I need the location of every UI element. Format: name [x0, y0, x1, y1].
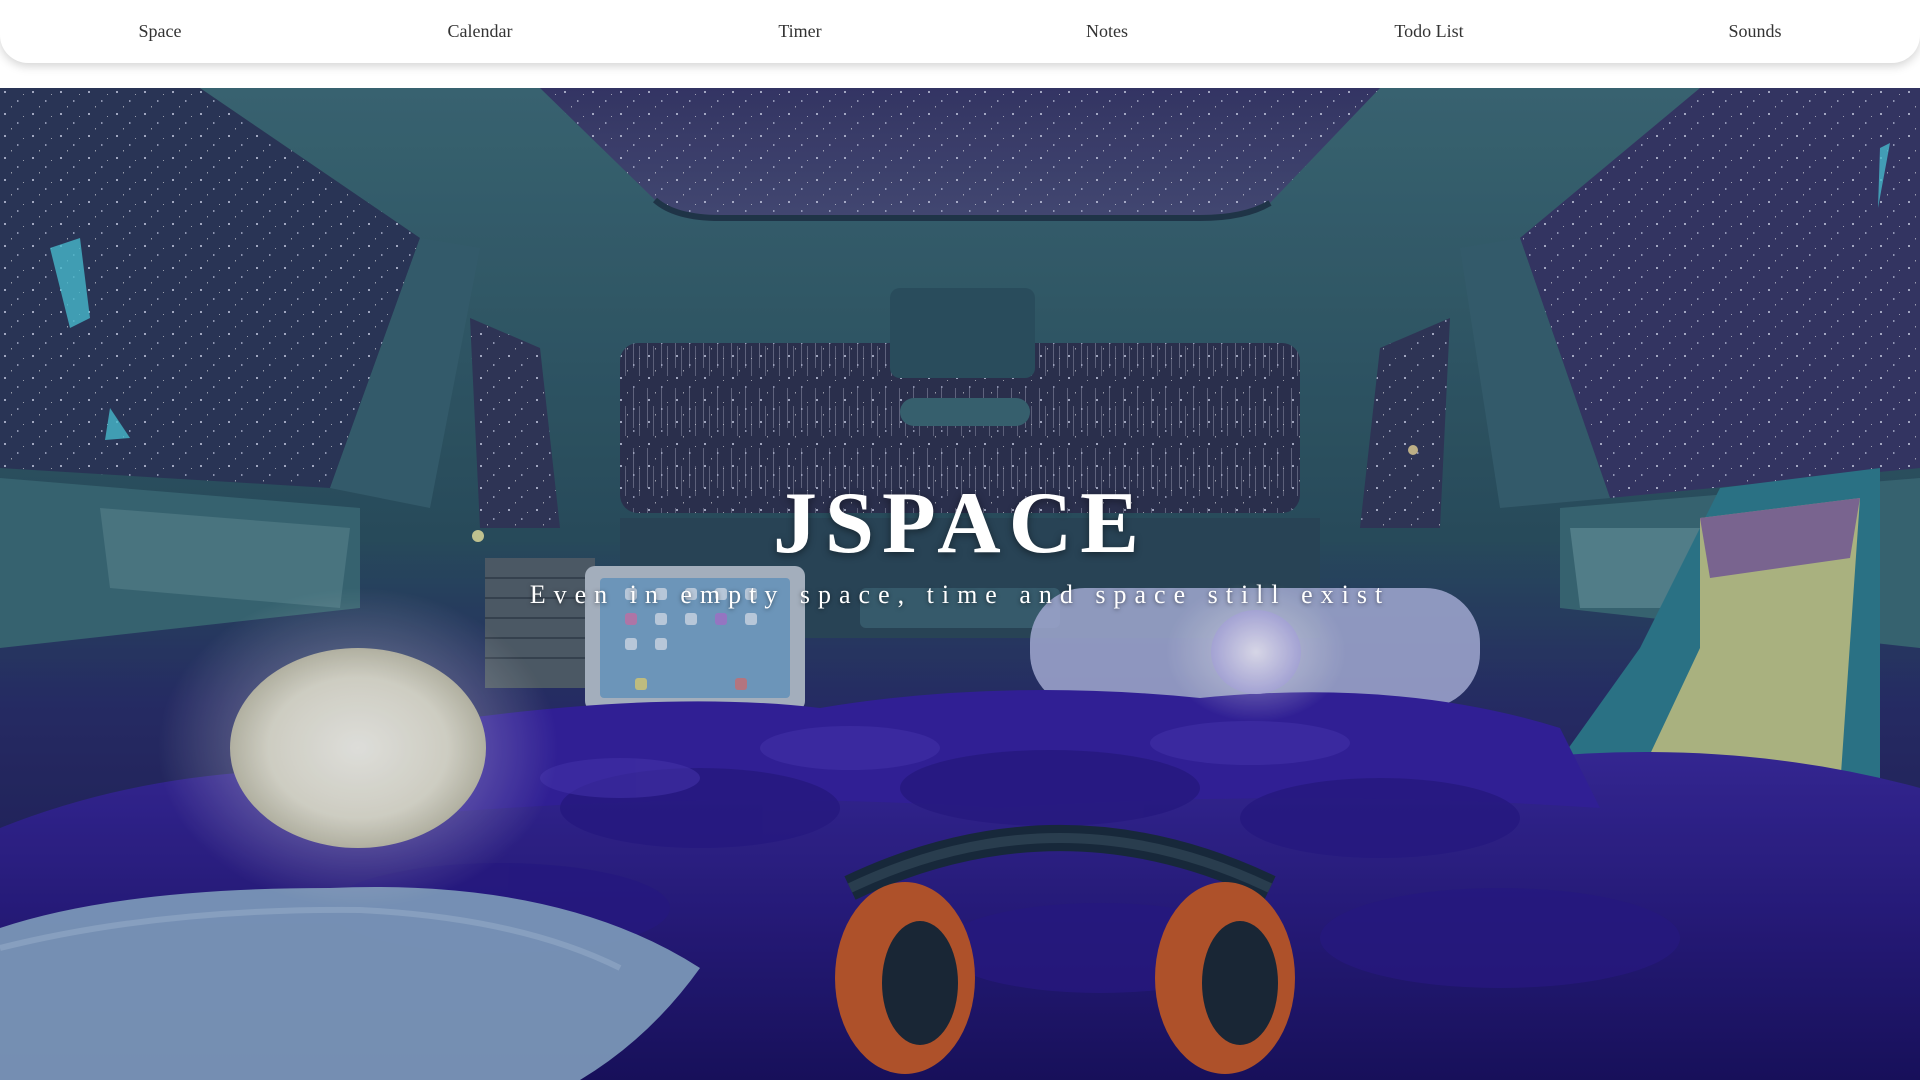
nav-item-calendar[interactable]: Calendar — [448, 0, 513, 63]
hero-section: JSPACE Even in empty space, time and spa… — [0, 88, 1920, 1080]
nav-item-todo-list[interactable]: Todo List — [1394, 0, 1463, 63]
nav-item-sounds[interactable]: Sounds — [1728, 0, 1781, 63]
nav-item-timer[interactable]: Timer — [778, 0, 821, 63]
hero-subtitle: Even in empty space, time and space stil… — [529, 580, 1391, 609]
hero-title: JSPACE — [773, 475, 1147, 572]
nav-item-notes[interactable]: Notes — [1086, 0, 1128, 63]
top-nav: Space Calendar Timer Notes Todo List Sou… — [0, 0, 1920, 63]
nav-item-space[interactable]: Space — [139, 0, 182, 63]
